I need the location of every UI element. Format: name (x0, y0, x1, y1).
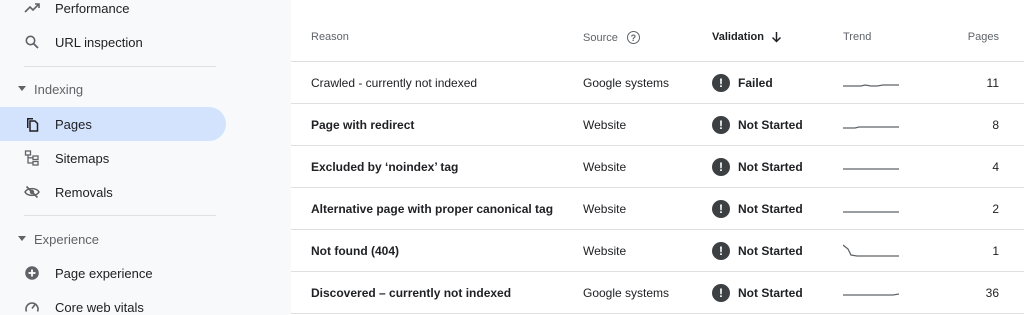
trend-sparkline (843, 104, 901, 145)
section-title: Experience (34, 231, 100, 247)
sidebar-item-pages[interactable]: Pages (0, 107, 226, 141)
help-icon[interactable]: ? (626, 31, 640, 44)
alert-icon: ! (712, 157, 730, 176)
column-label: Pages (967, 31, 999, 43)
visibility-off-icon (24, 184, 40, 200)
source-cell: Website (583, 243, 627, 258)
validation-cell: ! Not Started (712, 104, 803, 145)
trend-sparkline (843, 272, 901, 313)
trend-sparkline (843, 230, 901, 271)
column-header-source[interactable]: Source ? (583, 31, 640, 44)
validation-status: Not Started (738, 159, 803, 174)
source-cell: Website (583, 159, 627, 174)
sidebar-item-label: Page experience (55, 265, 153, 281)
validation-status: Not Started (738, 201, 803, 216)
reason-cell: Not found (404) (311, 243, 399, 258)
table-row[interactable]: Crawled - currently not indexed Google s… (291, 62, 1024, 104)
section-header-indexing[interactable]: Indexing (0, 74, 226, 104)
sidebar: Performance URL inspection Indexing Page… (0, 0, 291, 315)
column-header-trend: Trend (843, 31, 871, 43)
sidebar-item-label: Sitemaps (55, 150, 110, 166)
pages-count: 2 (992, 201, 999, 216)
table-row[interactable]: Discovered – currently not indexed Googl… (291, 272, 1024, 314)
reason-cell: Page with redirect (311, 117, 415, 132)
sidebar-item-performance[interactable]: Performance (0, 0, 226, 25)
validation-cell: ! Not Started (712, 146, 803, 187)
sidebar-item-label: Removals (55, 184, 113, 200)
caret-down-icon (18, 86, 26, 91)
sidebar-divider (24, 215, 216, 216)
sidebar-item-label: Performance (55, 0, 130, 16)
reason-cell: Discovered – currently not indexed (311, 285, 512, 300)
sidebar-item-label: Pages (55, 116, 92, 132)
sidebar-item-core-web-vitals[interactable]: Core web vitals (0, 290, 226, 315)
alert-icon: ! (712, 115, 730, 134)
validation-cell: ! Not Started (712, 230, 803, 271)
sidebar-item-url-inspection[interactable]: URL inspection (0, 25, 226, 59)
source-cell: Google systems (583, 285, 670, 300)
pages-icon (24, 116, 40, 132)
table-row[interactable]: Alternative page with proper canonical t… (291, 188, 1024, 230)
pages-count: 11 (986, 75, 999, 90)
trend-sparkline (843, 62, 901, 103)
trend-sparkline (843, 146, 901, 187)
section-header-experience[interactable]: Experience (0, 224, 226, 254)
sitemap-icon (24, 150, 40, 166)
search-console-app: Performance URL inspection Indexing Page… (0, 0, 1024, 315)
column-label: Reason (311, 31, 349, 43)
reason-cell: Excluded by ‘noindex’ tag (311, 159, 459, 174)
column-header-pages[interactable]: Pages (968, 31, 999, 43)
arrow-down-icon (771, 31, 782, 43)
section-title: Indexing (34, 81, 84, 97)
reason-cell: Crawled - currently not indexed (311, 75, 478, 90)
sidebar-item-label: Core web vitals (55, 299, 144, 315)
table-row[interactable]: Not found (404) Website ! Not Started 1 (291, 230, 1024, 272)
validation-cell: ! Not Started (712, 272, 803, 313)
alert-icon: ! (712, 241, 730, 260)
validation-status: Not Started (738, 117, 803, 132)
alert-icon: ! (712, 283, 730, 302)
add-circle-icon (24, 265, 40, 281)
table-row[interactable]: Page with redirect Website ! Not Started… (291, 104, 1024, 146)
trend-sparkline (843, 188, 901, 229)
source-cell: Website (583, 117, 627, 132)
speed-gauge-icon (24, 299, 40, 315)
sidebar-item-label: URL inspection (55, 34, 143, 50)
column-header-validation[interactable]: Validation (712, 31, 782, 43)
alert-icon: ! (712, 199, 730, 218)
alert-icon: ! (712, 73, 730, 92)
pages-count: 8 (992, 117, 999, 132)
sidebar-item-sitemaps[interactable]: Sitemaps (0, 141, 226, 175)
reason-cell: Alternative page with proper canonical t… (311, 201, 554, 216)
pages-count: 36 (985, 285, 999, 300)
table-row[interactable]: Excluded by ‘noindex’ tag Website ! Not … (291, 146, 1024, 188)
source-cell: Website (583, 201, 627, 216)
source-cell: Google systems (583, 75, 670, 90)
validation-cell: ! Failed (712, 62, 773, 103)
column-label: Source (583, 31, 618, 44)
column-label: Validation (712, 31, 764, 43)
sidebar-divider (24, 66, 216, 67)
pages-count: 4 (992, 159, 999, 174)
table-header: Reason Source ? Validation Trend Pages (291, 0, 1024, 62)
sidebar-item-removals[interactable]: Removals (0, 175, 226, 209)
pages-count: 1 (992, 243, 999, 258)
sidebar-item-page-experience[interactable]: Page experience (0, 256, 226, 290)
issues-table: Reason Source ? Validation Trend Pages C… (291, 0, 1024, 315)
search-icon (24, 34, 40, 50)
caret-down-icon (18, 236, 26, 241)
validation-status: Not Started (738, 285, 803, 300)
validation-cell: ! Not Started (712, 188, 803, 229)
column-header-reason[interactable]: Reason (311, 31, 349, 43)
column-label: Trend (843, 31, 872, 43)
validation-status: Failed (738, 75, 773, 90)
trending-up-icon (24, 0, 40, 16)
validation-status: Not Started (738, 243, 803, 258)
